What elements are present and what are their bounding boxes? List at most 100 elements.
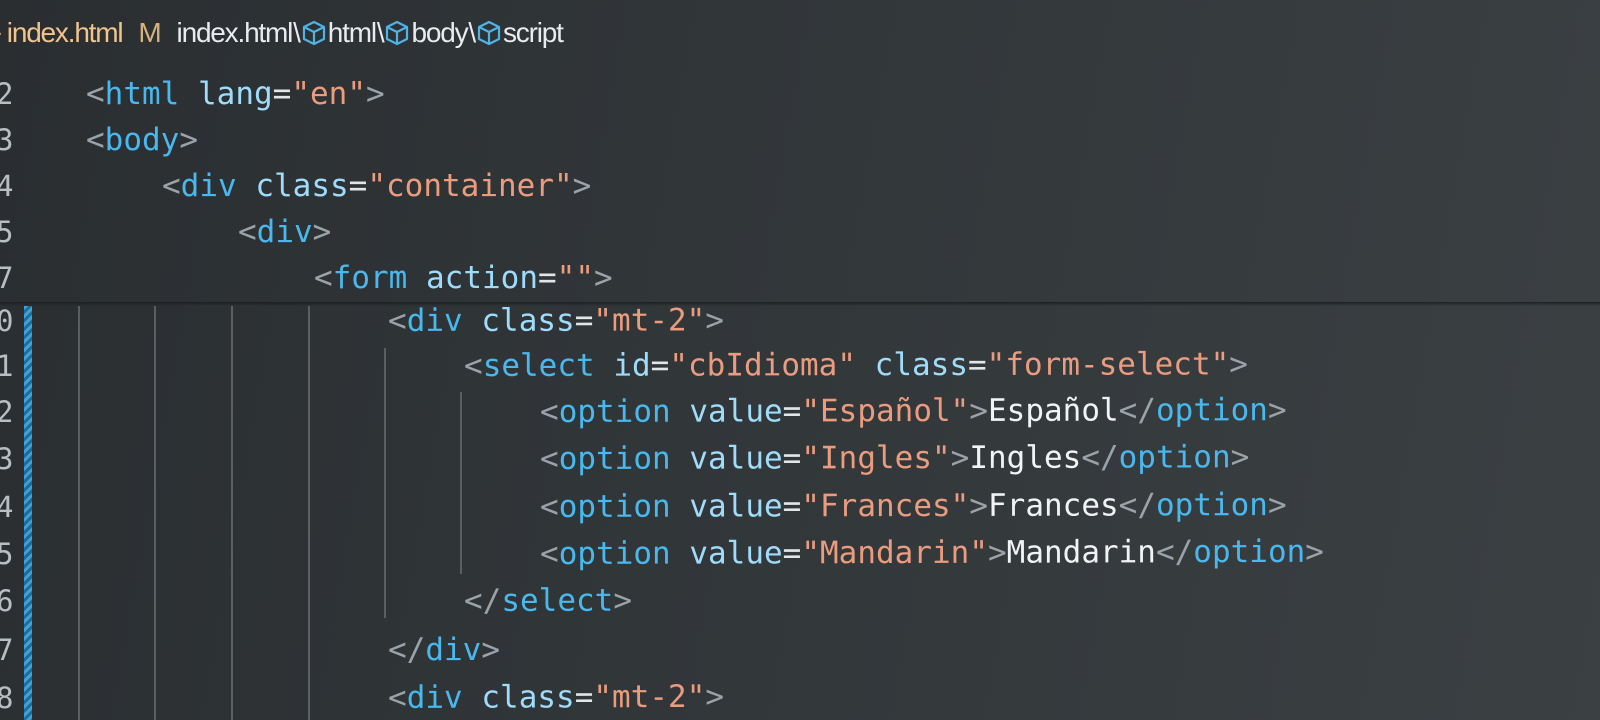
line-number: 7 <box>0 633 14 667</box>
breadcrumb-separator: \ <box>468 17 476 48</box>
code-token: < <box>539 393 559 430</box>
code-token: = <box>782 535 802 572</box>
code-token: > <box>481 632 500 668</box>
code-line[interactable]: 5 <div> <box>0 208 1600 256</box>
code-token: > <box>1229 346 1248 383</box>
code-line[interactable]: 6 </select> <box>0 577 1600 625</box>
code-token: </ <box>388 632 426 668</box>
breadcrumb-item-script[interactable]: script <box>503 17 564 49</box>
code-token: select <box>501 582 614 619</box>
code-token: < <box>387 302 407 339</box>
code-token: > <box>705 678 725 715</box>
code-text: <div> <box>238 208 331 256</box>
code-line[interactable]: 5 <option value="Mandarin">Mandarin</opti… <box>0 530 1600 578</box>
code-text: <option value="Ingles">Ingles</option> <box>540 433 1249 483</box>
code-token: </ <box>463 582 502 619</box>
line-number: 6 <box>0 584 14 618</box>
cube-icon <box>301 20 327 46</box>
code-token: id <box>613 347 651 384</box>
code-token: Español <box>987 392 1119 429</box>
code-token: > <box>613 582 633 619</box>
code-token: div <box>180 168 237 204</box>
code-token: < <box>86 76 105 112</box>
breadcrumb-file-name[interactable]: index.html <box>7 17 124 49</box>
code-line[interactable]: 7 </div> <box>0 626 1600 674</box>
line-number: 8 <box>0 681 14 715</box>
cube-icon <box>476 20 502 46</box>
line-number: 1 <box>0 349 14 383</box>
code-token: </ <box>1081 439 1119 476</box>
code-token: > <box>950 439 970 476</box>
indent-guide <box>78 306 80 720</box>
code-line[interactable]: 7 <form action=""> <box>0 254 1600 302</box>
code-line[interactable]: 3 <option value="Ingles">Ingles</option> <box>0 435 1600 483</box>
chevron-right-icon: › <box>0 19 2 47</box>
code-token: < <box>238 214 257 250</box>
code-token: "cbIdioma" <box>669 347 857 384</box>
code-token: value <box>689 488 783 525</box>
code-line[interactable]: 4 <option value="Frances">Frances</option… <box>0 483 1600 531</box>
code-text: <select id="cbIdioma" class="form-select… <box>464 340 1248 390</box>
code-token: option <box>1155 392 1268 429</box>
code-token: lang <box>198 76 273 112</box>
code-token: value <box>689 535 783 572</box>
code-line[interactable]: 3 <body> <box>0 116 1600 164</box>
line-number: 0 <box>0 304 14 338</box>
breadcrumb-item-body[interactable]: body <box>411 17 468 49</box>
code-token: > <box>572 168 592 204</box>
line-number: 7 <box>0 261 14 295</box>
code-line[interactable]: 1 <select id="cbIdioma" class="form-selec… <box>0 342 1600 390</box>
code-token: > <box>1305 533 1324 570</box>
code-token: option <box>1118 439 1231 476</box>
code-line[interactable]: 2 <html lang="en"> <box>0 70 1600 118</box>
code-token: "mt-2" <box>593 678 706 716</box>
code-token: "mt-2" <box>593 302 706 339</box>
breadcrumb-item-file[interactable]: index.html <box>177 17 294 49</box>
code-text: <div class="mt-2"> <box>388 673 724 720</box>
code-token: = <box>272 76 292 112</box>
code-token: > <box>1230 439 1250 476</box>
code-token: = <box>782 488 802 525</box>
code-token: = <box>650 347 670 384</box>
code-token: Mandarin <box>1006 534 1157 571</box>
code-line[interactable]: 0 <div class="mt-2"> <box>0 297 1600 345</box>
code-token: body <box>104 122 180 158</box>
code-token: div <box>406 679 463 716</box>
code-token: "Mandarin" <box>801 534 989 572</box>
code-token: action <box>426 260 538 296</box>
code-line[interactable]: 8 <div class="mt-2"> <box>0 674 1600 720</box>
code-token: form <box>332 260 408 296</box>
code-editor[interactable]: 2 <html lang="en"> 3 <body> 4 <div class="con… <box>0 66 1600 720</box>
breadcrumb-separator: \ <box>293 17 301 48</box>
code-token: option <box>558 440 671 477</box>
line-number: 2 <box>0 395 14 429</box>
breadcrumb-item-html[interactable]: html <box>328 17 377 49</box>
code-token: "Ingles" <box>801 439 951 477</box>
code-token: class <box>481 302 575 339</box>
code-token: option <box>558 488 671 525</box>
code-line[interactable]: 4 <div class="container"> <box>0 162 1600 210</box>
code-token: </ <box>1118 392 1157 429</box>
code-token: > <box>593 260 613 296</box>
line-number: 4 <box>0 490 14 524</box>
code-token: div <box>406 302 463 339</box>
indent-guide <box>384 348 386 618</box>
code-token: > <box>179 122 198 158</box>
breadcrumb: › index.html M index.html \ html \ body … <box>0 0 1600 66</box>
code-token: select <box>482 347 595 384</box>
code-token: option <box>558 393 671 430</box>
indent-guide <box>154 306 156 720</box>
code-token: Frances <box>987 487 1119 524</box>
code-token: class <box>481 679 575 716</box>
code-token: > <box>969 392 989 429</box>
code-text: </div> <box>388 626 500 674</box>
code-token: class <box>874 346 969 384</box>
code-line[interactable]: 2 <option value="Español">Español</option… <box>0 388 1600 436</box>
